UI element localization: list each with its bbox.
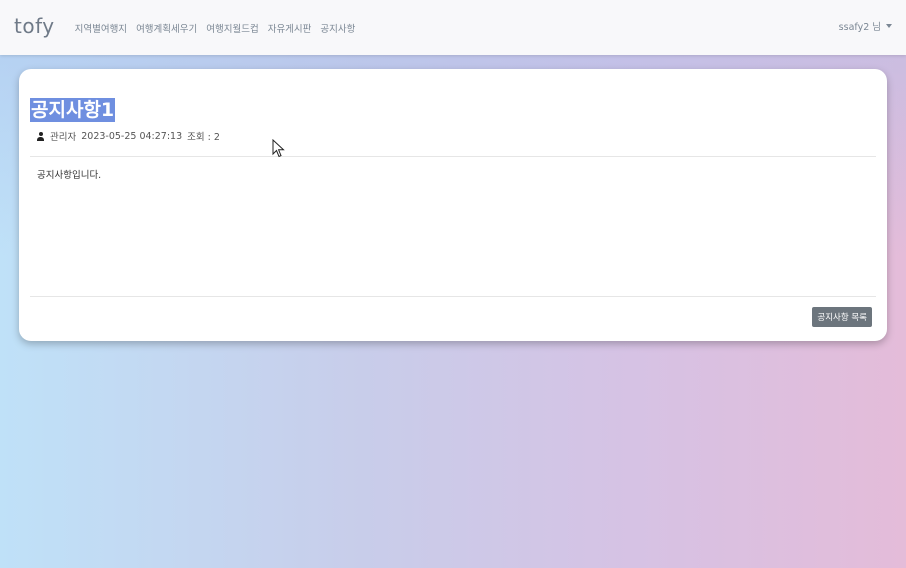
nav-links: 지역별여행지 여행계획세우기 여행지월드컵 자유게시판 공지사항 bbox=[75, 21, 356, 35]
nav-link-regional-destinations[interactable]: 지역별여행지 bbox=[75, 21, 127, 35]
nav-link-trip-planning[interactable]: 여행계획세우기 bbox=[136, 21, 197, 35]
notice-meta: 관리자 2023-05-25 04:27:13 조회 : 2 bbox=[36, 129, 220, 143]
nav-link-free-board[interactable]: 자유게시판 bbox=[268, 21, 312, 35]
footer-divider bbox=[30, 296, 876, 297]
notice-author: 관리자 bbox=[50, 132, 77, 143]
user-menu[interactable]: ssafy2 님 bbox=[839, 19, 892, 33]
caret-down-icon bbox=[886, 24, 892, 28]
nav-link-destination-worldcup[interactable]: 여행지월드컵 bbox=[206, 21, 258, 35]
brand-logo[interactable]: tofy bbox=[14, 14, 55, 38]
user-name: ssafy2 님 bbox=[838, 22, 881, 33]
nav-link-notices[interactable]: 공지사항 bbox=[320, 21, 355, 35]
notice-date: 2023-05-25 04:27:13 bbox=[81, 130, 183, 142]
notice-views: 조회 : 2 bbox=[187, 132, 220, 143]
person-icon bbox=[36, 131, 45, 141]
notice-title: 공지사항1 bbox=[30, 98, 116, 122]
notice-card: 공지사항1 관리자 2023-05-25 04:27:13 조회 : 2 공지사… bbox=[19, 69, 887, 341]
notice-list-button[interactable]: 공지사항 목록 bbox=[812, 307, 872, 327]
notice-content: 공지사항입니다. bbox=[37, 170, 102, 181]
mouse-cursor-icon bbox=[272, 139, 285, 158]
top-navbar: tofy 지역별여행지 여행계획세우기 여행지월드컵 자유게시판 공지사항 ss… bbox=[0, 0, 906, 55]
header-divider bbox=[30, 156, 876, 157]
